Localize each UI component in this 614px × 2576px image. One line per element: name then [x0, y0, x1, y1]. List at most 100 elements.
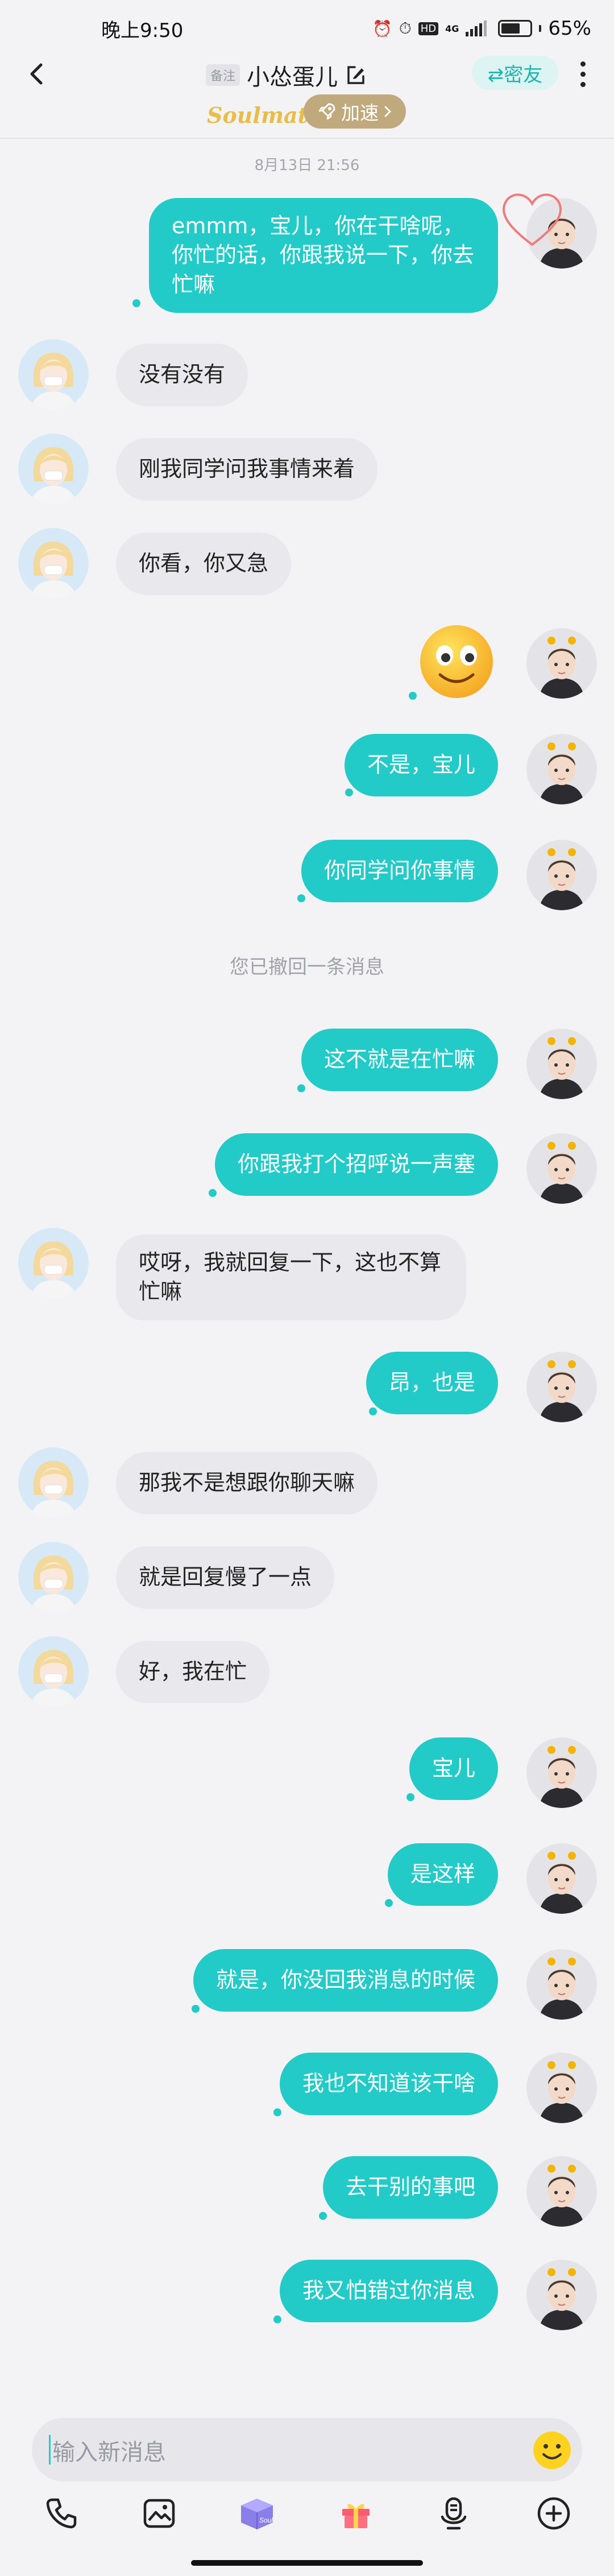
my-avatar[interactable] — [526, 2260, 597, 2330]
soul-box-icon[interactable]: Soul — [232, 2488, 282, 2538]
my-avatar[interactable] — [526, 734, 597, 804]
back-button[interactable] — [22, 58, 53, 90]
message-text: 不是，宝儿 — [367, 752, 475, 778]
my-avatar[interactable] — [526, 1843, 597, 1914]
outgoing-message[interactable]: 昂，也是 — [366, 1352, 498, 1414]
heart-frame-icon — [503, 193, 562, 246]
gift-icon[interactable] — [331, 2488, 381, 2538]
chat-screen: { "status": {"time": "晚上9:50", "network"… — [0, 0, 614, 2576]
my-avatar[interactable] — [526, 628, 597, 699]
my-avatar[interactable] — [526, 1352, 597, 1422]
signal-icon — [466, 20, 487, 36]
my-avatar[interactable] — [526, 1133, 597, 1204]
message-text: 我也不知道该干啥 — [302, 2071, 475, 2096]
incoming-message[interactable]: 没有没有 — [116, 344, 248, 406]
read-dot — [297, 894, 305, 902]
recall-notice: 您已撤回一条消息 — [230, 956, 384, 979]
read-dot — [132, 299, 140, 307]
outgoing-message[interactable]: 这不就是在忙嘛 — [301, 1029, 498, 1091]
message-text: 我又怕错过你消息 — [302, 2278, 475, 2303]
contact-title[interactable]: 备注 小怂蛋儿 — [206, 58, 367, 92]
message-text: 你同学问你事情 — [323, 858, 475, 884]
message-text: 你看，你又急 — [139, 551, 269, 576]
message-text: 刚我同学问我事情来着 — [139, 456, 355, 482]
voice-icon[interactable] — [429, 2488, 479, 2538]
read-dot — [409, 692, 417, 700]
contact-avatar[interactable] — [18, 1447, 89, 1518]
status-bar: 晚上9:50 ⏰ ⏱ HD 4G 65% — [0, 0, 614, 57]
battery-percent: 65% — [548, 17, 591, 40]
message-text: 这不就是在忙嘛 — [323, 1047, 475, 1072]
incoming-message[interactable]: 刚我同学问我事情来着 — [116, 438, 378, 501]
network-type: 4G — [445, 23, 459, 34]
outgoing-message[interactable]: 你跟我打个招呼说一声塞 — [214, 1133, 498, 1196]
incoming-message[interactable]: 哎呀，我就回复一下，这也不算忙嘛 — [116, 1235, 466, 1320]
my-avatar[interactable] — [526, 2156, 597, 2227]
message-text: 是这样 — [410, 1861, 475, 1887]
chat-toolbar: Soul — [0, 2488, 614, 2551]
my-avatar[interactable] — [526, 1029, 597, 1099]
my-avatar[interactable] — [526, 2053, 597, 2123]
outgoing-message[interactable]: 宝儿 — [409, 1737, 498, 1800]
incoming-message[interactable]: 就是回复慢了一点 — [116, 1546, 335, 1609]
phone-icon[interactable] — [36, 2488, 86, 2538]
message-text: 没有没有 — [139, 362, 226, 387]
read-dot — [273, 2315, 281, 2323]
home-indicator[interactable] — [191, 2560, 423, 2566]
contact-avatar[interactable] — [18, 1636, 89, 1707]
read-dot — [192, 2005, 200, 2013]
chat-header: 备注 小怂蛋儿 ⇄密友 Soulmate 加速 — [0, 50, 614, 139]
read-dot — [369, 1407, 377, 1415]
message-text: 哎呀，我就回复一下，这也不算忙嘛 — [139, 1250, 442, 1304]
outgoing-message[interactable]: 不是，宝儿 — [344, 734, 498, 796]
outgoing-message[interactable]: 去干别的事吧 — [322, 2156, 498, 2219]
outgoing-message[interactable]: 我又怕错过你消息 — [279, 2260, 498, 2322]
incoming-message[interactable]: 好，我在忙 — [116, 1641, 270, 1703]
contact-avatar[interactable] — [18, 1228, 89, 1298]
contact-avatar[interactable] — [18, 1542, 89, 1612]
emoji-button[interactable] — [532, 2430, 572, 2470]
speed-up-button[interactable]: 加速 — [304, 94, 406, 129]
outgoing-message[interactable]: 就是，你没回我消息的时候 — [193, 1949, 498, 2012]
my-avatar[interactable] — [526, 840, 597, 910]
battery-icon — [498, 20, 533, 37]
text-cursor — [49, 2435, 51, 2464]
svg-text:Soul: Soul — [259, 2516, 273, 2524]
input-placeholder: 输入新消息 — [52, 2439, 166, 2466]
outgoing-message[interactable]: 你同学问你事情 — [301, 840, 498, 902]
outgoing-message[interactable]: 是这样 — [387, 1843, 498, 1906]
contact-avatar[interactable] — [18, 339, 89, 410]
status-time: 晚上9:50 — [101, 19, 184, 42]
chevron-left-icon — [30, 63, 43, 85]
my-avatar[interactable] — [526, 1949, 597, 2020]
message-text: 宝儿 — [432, 1756, 475, 1781]
speed-up-label: 加速 — [341, 102, 379, 124]
image-icon[interactable] — [134, 2488, 184, 2538]
alarm-off-icon: ⏰ — [372, 19, 392, 38]
add-icon[interactable] — [529, 2488, 579, 2538]
my-avatar[interactable] — [526, 1737, 597, 1808]
outgoing-message[interactable]: 我也不知道该干啥 — [279, 2053, 498, 2115]
rocket-icon — [318, 103, 335, 120]
read-dot — [273, 2108, 281, 2116]
message-text: 那我不是想跟你聊天嘛 — [139, 1470, 355, 1496]
message-input[interactable]: 输入新消息 — [32, 2418, 582, 2482]
incoming-message[interactable]: 那我不是想跟你聊天嘛 — [116, 1452, 378, 1514]
close-friend-button[interactable]: ⇄密友 — [472, 56, 558, 90]
edit-icon[interactable] — [345, 64, 367, 86]
contact-avatar[interactable] — [18, 434, 89, 504]
incoming-message[interactable]: 你看，你又急 — [116, 532, 292, 595]
chat-timestamp: 8月13日 21:56 — [254, 157, 360, 174]
contact-name: 小怂蛋儿 — [247, 64, 338, 90]
message-text: 好，我在忙 — [139, 1659, 247, 1685]
contact-avatar[interactable] — [18, 528, 89, 598]
read-dot — [209, 1189, 217, 1197]
more-options-button[interactable] — [575, 58, 590, 90]
message-text: 就是回复慢了一点 — [139, 1564, 312, 1590]
alarm-icon: ⏱ — [399, 19, 412, 38]
outgoing-message[interactable]: emmm，宝儿，你在干啥呢，你忙的话，你跟我说一下，你去忙嘛 — [149, 198, 498, 313]
smiling-face-emoji[interactable] — [417, 622, 496, 701]
message-text: 去干别的事吧 — [345, 2174, 475, 2200]
chevron-right-icon — [384, 106, 391, 117]
message-text: 昂，也是 — [388, 1370, 475, 1396]
